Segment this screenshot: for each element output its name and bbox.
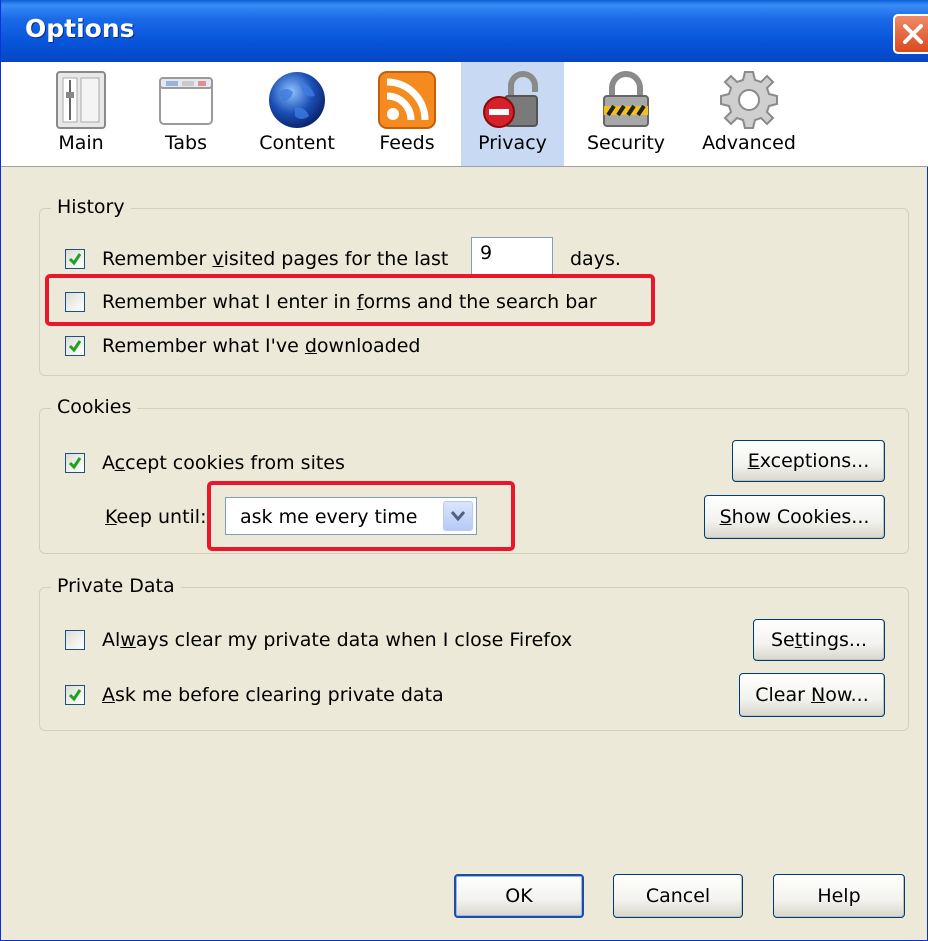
- label-text: ays clear my private data when I close F…: [135, 629, 573, 651]
- label-text: A: [102, 452, 115, 474]
- label-text: ownloaded: [316, 335, 421, 357]
- tab-feeds[interactable]: Feeds: [371, 62, 443, 166]
- access-key: w: [120, 629, 136, 651]
- remember-forms-checkbox[interactable]: [65, 292, 85, 312]
- always-clear-label: Always clear my private data when I clos…: [102, 629, 572, 651]
- keep-until-select[interactable]: ask me every time: [225, 497, 477, 535]
- advanced-gear-icon: [720, 71, 778, 129]
- tab-tabs-label: Tabs: [164, 132, 208, 154]
- ask-before-clearing-checkbox[interactable]: [65, 685, 85, 705]
- access-key: S: [719, 506, 732, 528]
- access-key: d: [304, 335, 317, 357]
- remember-visited-label: Remember visited pages for the last: [102, 248, 448, 270]
- button-label: xceptions...: [759, 450, 870, 472]
- security-padlock-icon: [603, 71, 649, 127]
- privacy-lock-icon: [482, 71, 538, 128]
- label-text: isited pages for the last: [223, 248, 449, 270]
- tab-tabs[interactable]: Tabs: [151, 62, 221, 166]
- label-text: eep until:: [116, 506, 207, 528]
- button-label: tings...: [802, 629, 868, 651]
- history-days-input[interactable]: 9: [471, 237, 553, 275]
- tab-content-label: Content: [259, 132, 335, 154]
- keep-until-value: ask me every time: [240, 506, 418, 528]
- options-dialog: Options Main Tabs Content Feeds Privacy …: [0, 0, 928, 941]
- options-toolbar: Main Tabs Content Feeds Privacy Security…: [1, 62, 928, 167]
- tab-security[interactable]: Security: [581, 62, 671, 166]
- label-text: Remember: [102, 248, 213, 270]
- remember-downloads-checkbox[interactable]: [65, 336, 85, 356]
- exceptions-button[interactable]: Exceptions...: [732, 440, 885, 482]
- tab-advanced[interactable]: Advanced: [697, 62, 801, 166]
- accept-cookies-checkbox[interactable]: [65, 453, 85, 473]
- content-globe-icon: [269, 72, 325, 128]
- access-key: N: [810, 684, 826, 706]
- remember-forms-label: Remember what I enter in forms and the s…: [102, 291, 597, 313]
- access-key: f: [356, 291, 364, 313]
- private-data-legend: Private Data: [51, 575, 181, 597]
- main-icon: [56, 71, 106, 129]
- cookies-legend: Cookies: [51, 396, 138, 418]
- label-text: Remember what I enter in: [102, 291, 357, 313]
- checkmark-icon: [68, 689, 82, 702]
- button-label: how Cookies...: [731, 506, 870, 528]
- close-icon: [903, 24, 923, 44]
- label-text: sk me before clearing private data: [115, 684, 444, 706]
- dropdown-arrow[interactable]: [443, 501, 473, 531]
- label-text: Remember what I've: [102, 335, 305, 357]
- ok-button[interactable]: OK: [454, 874, 584, 918]
- days-value: 9: [480, 242, 493, 264]
- show-cookies-button[interactable]: Show Cookies...: [704, 495, 885, 539]
- label-text: Al: [102, 629, 121, 651]
- checkmark-icon: [68, 340, 82, 353]
- button-label: Se: [770, 629, 795, 651]
- label-text: orms and the search bar: [363, 291, 597, 313]
- tab-feeds-label: Feeds: [379, 132, 435, 154]
- title-bar[interactable]: Options: [1, 0, 928, 62]
- access-key: A: [102, 684, 115, 706]
- access-key: E: [747, 450, 760, 472]
- tab-main-label: Main: [58, 132, 104, 154]
- ask-before-clearing-label: Ask me before clearing private data: [102, 684, 444, 706]
- clear-now-button[interactable]: Clear Now...: [739, 673, 885, 717]
- days-label: days.: [570, 248, 621, 270]
- access-key: v: [212, 248, 224, 270]
- remember-downloads-label: Remember what I've downloaded: [102, 335, 421, 357]
- help-button[interactable]: Help: [773, 874, 905, 918]
- button-label: ow...: [825, 684, 869, 706]
- settings-button[interactable]: Settings...: [753, 619, 885, 661]
- access-key: K: [105, 506, 117, 528]
- access-key: c: [114, 452, 126, 474]
- chevron-down-icon: [451, 511, 465, 521]
- remember-visited-checkbox[interactable]: [65, 249, 85, 269]
- button-label: Clear: [755, 684, 811, 706]
- tabs-icon: [159, 77, 213, 125]
- cancel-button[interactable]: Cancel: [613, 874, 743, 918]
- feeds-rss-icon: [378, 71, 436, 129]
- tab-content[interactable]: Content: [251, 62, 343, 166]
- tab-advanced-label: Advanced: [702, 132, 796, 154]
- keep-until-label: Keep until:: [105, 506, 207, 528]
- always-clear-checkbox[interactable]: [65, 630, 85, 650]
- label-text: cept cookies from sites: [125, 452, 345, 474]
- tab-main[interactable]: Main: [47, 62, 115, 166]
- window-title: Options: [25, 14, 135, 43]
- tab-privacy-label: Privacy: [478, 132, 547, 154]
- history-legend: History: [51, 196, 131, 218]
- tab-privacy[interactable]: Privacy: [461, 62, 564, 166]
- tab-security-label: Security: [586, 132, 666, 154]
- close-button[interactable]: [893, 14, 928, 54]
- checkmark-icon: [68, 457, 82, 470]
- checkmark-icon: [68, 253, 82, 266]
- accept-cookies-label: Accept cookies from sites: [102, 452, 345, 474]
